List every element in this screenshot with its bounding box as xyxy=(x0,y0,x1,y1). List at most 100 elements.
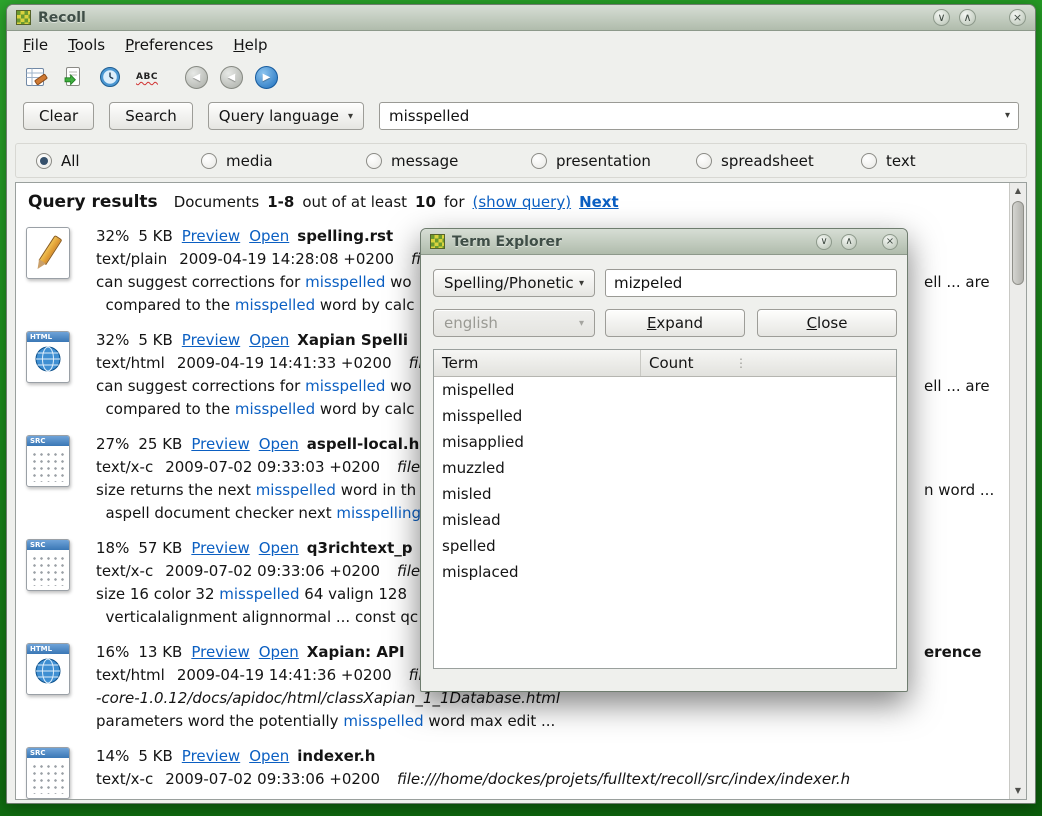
expansion-mode-value: Spelling/Phonetic xyxy=(444,274,574,292)
preview-link[interactable]: Preview xyxy=(191,539,249,557)
language-select[interactable]: english ▾ xyxy=(433,309,595,337)
preview-link[interactable]: Preview xyxy=(191,435,249,453)
dialog-titlebar[interactable]: Term Explorer ∨ ∧ × xyxy=(421,229,907,255)
filter-presentation[interactable]: presentation xyxy=(531,152,696,170)
table-row[interactable]: mispelled xyxy=(434,377,896,403)
open-link[interactable]: Open xyxy=(249,227,289,245)
relevance: 18% xyxy=(96,539,129,557)
recoll-logo-icon xyxy=(430,234,445,249)
close-dialog-button[interactable]: Close xyxy=(757,309,897,337)
next-page-link[interactable]: Next xyxy=(579,193,619,211)
close-button[interactable]: × xyxy=(1009,9,1026,26)
open-link[interactable]: Open xyxy=(259,643,299,661)
filter-media[interactable]: media xyxy=(201,152,366,170)
menu-help[interactable]: Help xyxy=(233,36,267,54)
expand-button[interactable]: Expand xyxy=(605,309,745,337)
main-titlebar[interactable]: Recoll ∨ ∧ × xyxy=(7,5,1035,31)
highlighted-term: misspelled xyxy=(219,585,299,603)
date: 2009-07-02 09:33:03 +0200 xyxy=(165,458,380,476)
html-file-icon: HTML xyxy=(26,331,70,383)
search-button[interactable]: Search xyxy=(109,102,193,130)
preview-link[interactable]: Preview xyxy=(182,747,240,765)
chevron-down-icon[interactable]: ▾ xyxy=(1005,110,1010,121)
column-header-term[interactable]: Term xyxy=(434,350,641,376)
table-row[interactable]: mislead xyxy=(434,507,896,533)
close-button[interactable]: × xyxy=(882,234,898,250)
table-row[interactable]: misplaced xyxy=(434,559,896,585)
file-size: 25 KB xyxy=(138,435,182,453)
text-file-icon xyxy=(26,227,70,279)
summary-text: Documents xyxy=(174,193,260,211)
relevance: 14% xyxy=(96,747,129,765)
file-size: 5 KB xyxy=(138,331,172,349)
filter-label: media xyxy=(226,152,273,170)
toolbar: ABC ◀ ◀ ▶ xyxy=(7,59,1035,95)
table-row[interactable]: misspelled xyxy=(434,403,896,429)
filter-text[interactable]: text xyxy=(861,152,1026,170)
table-row[interactable]: misled xyxy=(434,481,896,507)
show-query-link[interactable]: (show query) xyxy=(473,193,572,211)
open-link[interactable]: Open xyxy=(249,747,289,765)
update-index-button[interactable] xyxy=(60,64,86,90)
table-row[interactable]: muzzled xyxy=(434,455,896,481)
column-resize-handle-icon[interactable]: ⋮ xyxy=(735,350,747,376)
language-value: english xyxy=(444,314,498,332)
search-row: Clear Search Query language▾ ▾ xyxy=(7,95,1035,130)
table-row[interactable]: misapplied xyxy=(434,429,896,455)
date: 2009-07-02 09:33:06 +0200 xyxy=(165,562,380,580)
menu-tools[interactable]: Tools xyxy=(68,36,105,54)
result-title: Xapian: API xyxy=(307,643,405,661)
filter-message[interactable]: message xyxy=(366,152,531,170)
title-overflow: erence xyxy=(924,641,982,664)
query-language-select[interactable]: Query language▾ xyxy=(208,102,364,130)
maximize-button[interactable]: ∧ xyxy=(841,234,857,250)
open-link[interactable]: Open xyxy=(259,539,299,557)
radio-icon xyxy=(531,153,547,169)
chevron-down-icon: ▾ xyxy=(579,318,584,329)
scroll-down-icon[interactable]: ▼ xyxy=(1010,783,1026,799)
open-link[interactable]: Open xyxy=(249,331,289,349)
highlighted-term: misspelling xyxy=(336,504,421,522)
term-input[interactable] xyxy=(605,269,897,297)
scrollbar-thumb[interactable] xyxy=(1012,201,1024,285)
chevron-down-icon: ▾ xyxy=(579,278,584,289)
scroll-up-icon[interactable]: ▲ xyxy=(1010,183,1026,199)
filter-label: All xyxy=(61,152,80,170)
first-page-button[interactable]: ◀ xyxy=(185,66,208,89)
shade-button[interactable]: ∨ xyxy=(816,234,832,250)
filter-label: text xyxy=(886,152,916,170)
spellcheck-abc-icon: ABC xyxy=(136,72,158,82)
file-size: 5 KB xyxy=(138,747,172,765)
previous-page-button[interactable]: ◀ xyxy=(220,66,243,89)
table-row[interactable]: spelled xyxy=(434,533,896,559)
radio-icon xyxy=(861,153,877,169)
term-explorer-button[interactable]: ABC xyxy=(134,64,160,90)
window-title: Recoll xyxy=(38,10,933,26)
clear-button[interactable]: Clear xyxy=(23,102,94,130)
open-link[interactable]: Open xyxy=(259,435,299,453)
preview-link[interactable]: Preview xyxy=(182,331,240,349)
menubar: File Tools Preferences Help xyxy=(7,31,1035,59)
chevron-down-icon: ▾ xyxy=(348,111,353,122)
clear-search-button[interactable] xyxy=(23,64,49,90)
source-file-icon: SRC xyxy=(26,747,70,799)
filter-spreadsheet[interactable]: spreadsheet xyxy=(696,152,861,170)
maximize-button[interactable]: ∧ xyxy=(959,9,976,26)
menu-preferences[interactable]: Preferences xyxy=(125,36,213,54)
source-file-icon: SRC xyxy=(26,435,70,487)
column-header-count[interactable]: Count xyxy=(641,350,896,376)
recoll-logo-icon xyxy=(16,10,31,25)
desktop: Recoll ∨ ∧ × File Tools Preferences Help… xyxy=(0,0,1042,816)
mime-type: text/html xyxy=(96,354,165,372)
preview-link[interactable]: Preview xyxy=(182,227,240,245)
shade-button[interactable]: ∨ xyxy=(933,9,950,26)
document-history-button[interactable] xyxy=(97,64,123,90)
filter-all[interactable]: All xyxy=(36,152,201,170)
results-scrollbar[interactable]: ▲ ▼ xyxy=(1009,183,1026,799)
search-input[interactable] xyxy=(380,103,992,129)
highlighted-term: misspelled xyxy=(305,377,385,395)
expansion-mode-select[interactable]: Spelling/Phonetic ▾ xyxy=(433,269,595,297)
next-page-button[interactable]: ▶ xyxy=(255,66,278,89)
preview-link[interactable]: Preview xyxy=(191,643,249,661)
menu-file[interactable]: File xyxy=(23,36,48,54)
